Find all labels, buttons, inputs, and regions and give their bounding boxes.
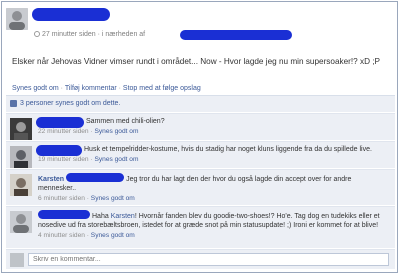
comment-text: Sammen med chili-olien? bbox=[86, 118, 165, 125]
author-avatar[interactable] bbox=[6, 8, 28, 30]
comment-like-link[interactable]: Synes godt om bbox=[91, 232, 135, 239]
comment-time: 19 minutter siden bbox=[38, 156, 89, 163]
comment-text-block: Haha Karsten! Hvornår fanden blev du goo… bbox=[38, 210, 389, 240]
post-meta: 27 minutter siden · i nærheden af bbox=[34, 31, 145, 38]
post-timestamp: 27 minutter siden · i nærheden af bbox=[42, 31, 146, 38]
comment-like-link[interactable]: Synes godt om bbox=[94, 128, 138, 135]
mention-link[interactable]: Karsten bbox=[111, 213, 135, 220]
post-header: 27 minutter siden · i nærheden af bbox=[2, 2, 397, 46]
comment-item: Husk et tempelridder-kostume, hvis du st… bbox=[6, 141, 395, 168]
likes-row: 3 personer synes godt om dette. bbox=[6, 95, 395, 112]
comment-item: Karsten Jeg tror du har lagt den der hvor… bbox=[6, 169, 395, 205]
post-actions: Synes godt om · Tilføj kommentar · Stop … bbox=[12, 85, 201, 92]
commenter-avatar[interactable] bbox=[10, 174, 32, 196]
comment-like-link[interactable]: Synes godt om bbox=[94, 156, 138, 163]
avatar-icon bbox=[10, 211, 32, 233]
avatar-icon bbox=[10, 174, 32, 196]
comment-time: 6 minutter siden bbox=[38, 195, 85, 202]
clock-icon bbox=[34, 31, 40, 37]
comment-item: Sammen med chili-olien? 22 minutter side… bbox=[6, 113, 395, 140]
commenter-avatar[interactable] bbox=[10, 146, 32, 168]
user-avatar bbox=[10, 253, 24, 267]
commenter-name-redacted bbox=[38, 210, 90, 219]
add-comment-link[interactable]: Tilføj kommentar bbox=[65, 85, 117, 92]
post-container: 27 minutter siden · i nærheden af Elsker… bbox=[1, 1, 398, 273]
likes-count[interactable]: 3 personer synes godt om dette. bbox=[20, 100, 120, 107]
like-link[interactable]: Synes godt om bbox=[12, 85, 59, 92]
comment-time: 4 minutter siden bbox=[38, 232, 85, 239]
comment-text-prefix: Haha bbox=[92, 213, 111, 220]
unfollow-link[interactable]: Stop med at følge opslag bbox=[123, 85, 201, 92]
comment-meta: 19 minutter siden · Synes godt om bbox=[38, 156, 139, 163]
comment-meta: 4 minutter siden · Synes godt om bbox=[38, 232, 135, 239]
comment-like-link[interactable]: Synes godt om bbox=[91, 195, 135, 202]
comment-time: 22 minutter siden bbox=[38, 128, 89, 135]
comment-text: Husk et tempelridder-kostume, hvis du st… bbox=[84, 146, 372, 153]
author-name-redacted bbox=[32, 8, 110, 21]
comment-text-block: Karsten Jeg tror du har lagt den der hvor… bbox=[38, 173, 389, 203]
comment-input[interactable] bbox=[28, 253, 389, 266]
commenter-name[interactable]: Karsten bbox=[38, 176, 64, 183]
comment-meta: 6 minutter siden · Synes godt om bbox=[38, 195, 135, 202]
commenter-avatar[interactable] bbox=[10, 211, 32, 233]
commenter-avatar[interactable] bbox=[10, 118, 32, 140]
comment-item: Haha Karsten! Hvornår fanden blev du goo… bbox=[6, 206, 395, 248]
author-photo-icon bbox=[6, 8, 28, 30]
avatar-icon bbox=[10, 146, 32, 168]
comment-meta: 22 minutter siden · Synes godt om bbox=[38, 128, 139, 135]
status-text: Elsker når Jehovas Vidner vimser rundt i… bbox=[12, 57, 380, 66]
thumbs-up-icon bbox=[10, 100, 17, 107]
avatar-icon bbox=[10, 118, 32, 140]
location-redacted bbox=[180, 30, 292, 40]
reply-row bbox=[6, 249, 395, 269]
surname-redacted bbox=[66, 173, 125, 182]
